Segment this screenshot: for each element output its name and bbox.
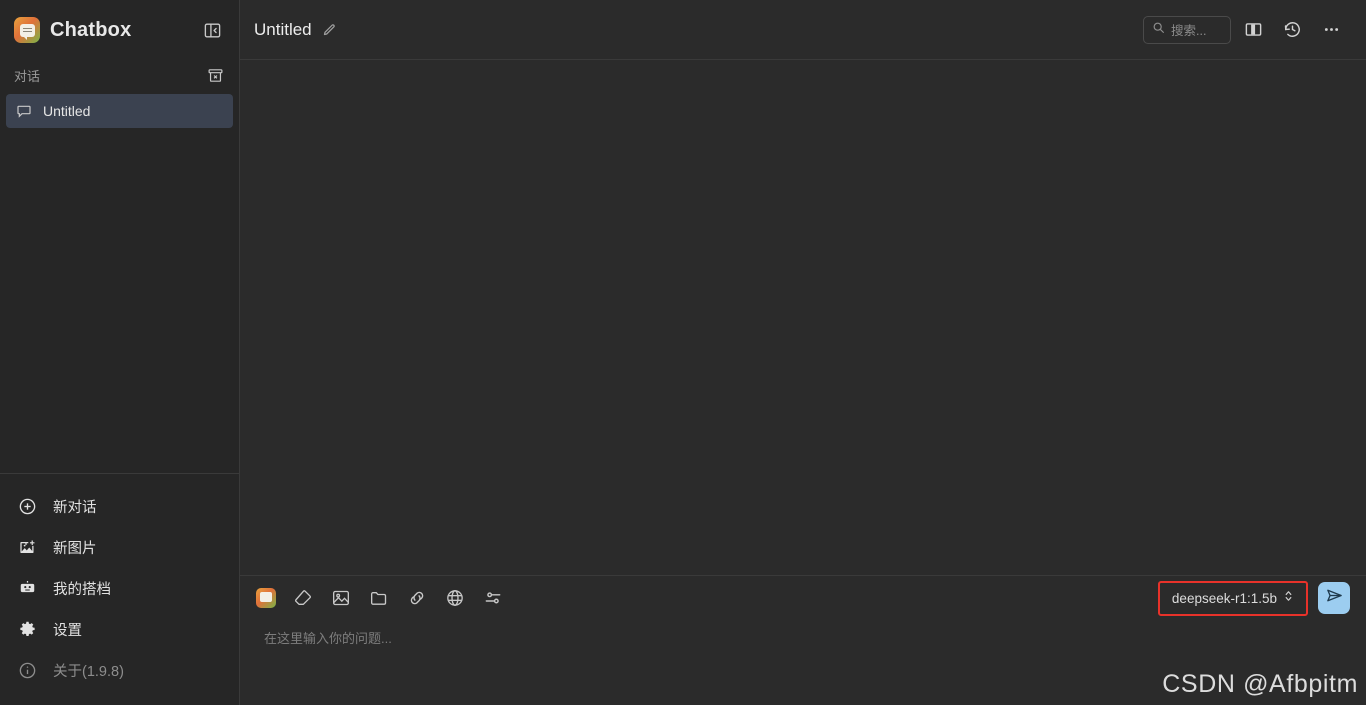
- sidebar-item-new-image[interactable]: 新图片: [0, 527, 239, 568]
- ellipsis-icon[interactable]: [1314, 13, 1348, 47]
- sliders-icon[interactable]: [482, 587, 504, 609]
- model-selector-highlight: deepseek-r1:1.5b: [1157, 580, 1308, 616]
- search-placeholder: 搜索...: [1171, 24, 1207, 38]
- main-panel: Untitled 搜索... deepseek-r1:1.5b 在这里输入你的问…: [240, 0, 1366, 705]
- conversations-label: 对话: [14, 68, 41, 84]
- robot-icon: [17, 579, 37, 599]
- sidebar-item-about[interactable]: 关于(1.9.8): [0, 650, 239, 691]
- pencil-icon[interactable]: [321, 21, 339, 39]
- image-icon[interactable]: [330, 587, 352, 609]
- sidebar-item-my-partners[interactable]: 我的搭档: [0, 568, 239, 609]
- conversation-title: Untitled: [43, 103, 91, 119]
- sidebar: Chatbox 对话 Untitled 新对话 新图片 我的搭档 设置 关于(1…: [0, 0, 240, 705]
- split-panel-icon[interactable]: [1236, 13, 1270, 47]
- sidebar-item-label: 关于(1.9.8): [53, 664, 124, 680]
- chat-bubble-icon: [16, 103, 32, 119]
- app-window: Chatbox 对话 Untitled 新对话 新图片 我的搭档 设置 关于(1…: [0, 0, 1366, 705]
- search-input[interactable]: 搜索...: [1143, 15, 1231, 44]
- sidebar-menu: 新对话 新图片 我的搭档 设置 关于(1.9.8): [0, 474, 239, 705]
- messages-area: [240, 60, 1366, 575]
- brand-title: Chatbox: [50, 18, 132, 41]
- composer-toolbar: deepseek-r1:1.5b: [256, 576, 1350, 620]
- search-icon: [1152, 21, 1165, 39]
- composer: deepseek-r1:1.5b 在这里输入你的问题...: [240, 575, 1366, 705]
- eraser-icon[interactable]: [292, 587, 314, 609]
- sidebar-item-label: 新图片: [53, 541, 97, 557]
- sidebar-item-new-chat[interactable]: 新对话: [0, 486, 239, 527]
- conversation-list: Untitled: [0, 90, 239, 128]
- send-button[interactable]: [1318, 582, 1350, 614]
- chevron-updown-icon: [1283, 589, 1294, 608]
- info-circle-icon: [17, 661, 37, 681]
- sidebar-item-label: 设置: [53, 623, 82, 639]
- conversations-section-header: 对话: [0, 60, 239, 90]
- header-actions: 搜索...: [1143, 13, 1348, 47]
- link-icon[interactable]: [406, 587, 428, 609]
- sidebar-header: Chatbox: [0, 0, 239, 60]
- send-plane-icon: [1325, 586, 1344, 610]
- main-header: Untitled 搜索...: [240, 0, 1366, 60]
- conversation-item-untitled[interactable]: Untitled: [6, 94, 233, 128]
- model-selector[interactable]: deepseek-r1:1.5b: [1164, 586, 1302, 611]
- chatbox-app-icon[interactable]: [256, 588, 276, 608]
- globe-icon[interactable]: [444, 587, 466, 609]
- model-name: deepseek-r1:1.5b: [1171, 590, 1277, 606]
- gear-icon: [17, 620, 37, 640]
- chatbox-logo-icon: [14, 17, 40, 43]
- sidebar-item-label: 我的搭档: [53, 582, 111, 598]
- folder-icon[interactable]: [368, 587, 390, 609]
- archive-box-icon[interactable]: [205, 65, 225, 85]
- collapse-panel-icon[interactable]: [199, 17, 225, 43]
- message-input[interactable]: 在这里输入你的问题...: [256, 620, 1350, 705]
- composer-right-actions: deepseek-r1:1.5b: [1157, 580, 1350, 616]
- plus-circle-icon: [17, 497, 37, 517]
- history-clock-icon[interactable]: [1275, 13, 1309, 47]
- page-title: Untitled: [254, 19, 312, 39]
- image-add-icon: [17, 538, 37, 558]
- sidebar-item-settings[interactable]: 设置: [0, 609, 239, 650]
- sidebar-item-label: 新对话: [53, 500, 97, 516]
